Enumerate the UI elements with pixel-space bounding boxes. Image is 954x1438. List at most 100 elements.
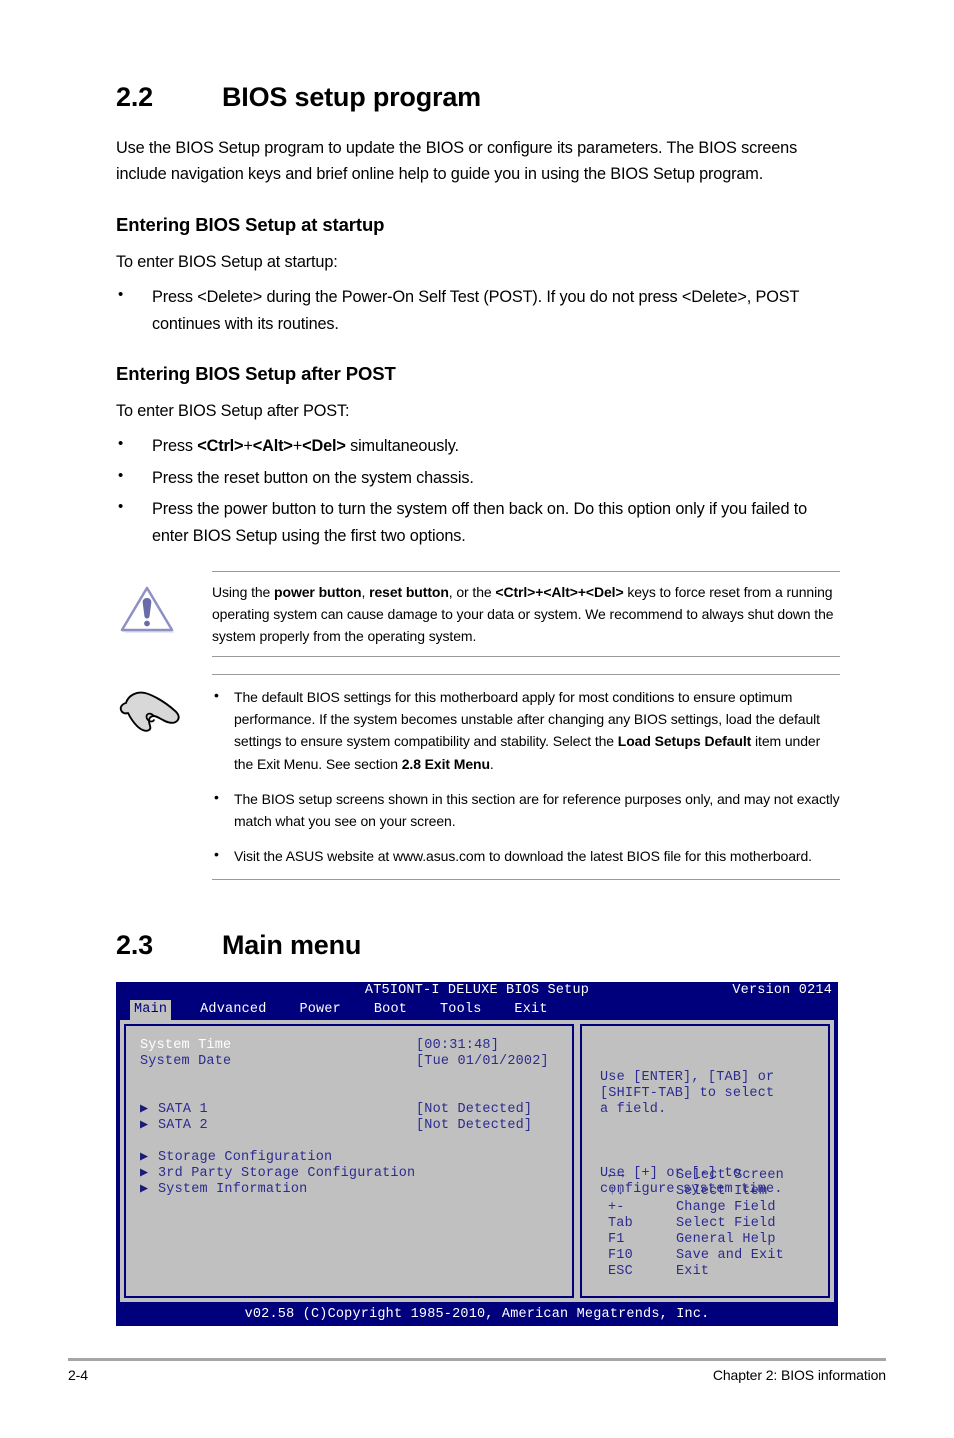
- bios-value-sata2: [Not Detected]: [416, 1118, 533, 1133]
- bios-tab-advanced[interactable]: Advanced: [196, 1000, 270, 1020]
- key-desc: Select Item: [676, 1184, 768, 1199]
- list-item: The BIOS setup screens shown in this sec…: [212, 786, 840, 832]
- bios-value-sata1: [Not Detected]: [416, 1102, 533, 1117]
- bios-help-pane: Use [ENTER], [TAB] or [SHIFT-TAB] to sel…: [580, 1024, 830, 1298]
- key-desc: Exit: [676, 1264, 710, 1279]
- bios-label-sata1: SATA 1: [158, 1102, 208, 1117]
- bios-row-sata2[interactable]: ▶ SATA 2 [Not Detected]: [140, 1118, 558, 1134]
- footer-chapter-label: Chapter 2: BIOS information: [712, 1367, 886, 1383]
- bios-tab-main[interactable]: Main: [130, 1000, 172, 1020]
- key-legend-row: Tab Select Field: [608, 1216, 784, 1232]
- key-desc: Select Screen: [676, 1168, 784, 1183]
- document-page: 2.2 BIOS setup program Use the BIOS Setu…: [0, 0, 954, 1438]
- pointing-hand-icon: [119, 691, 180, 732]
- warning-triangle-icon: [120, 586, 175, 633]
- warning-callout: Using the power button, reset button, or…: [116, 570, 840, 658]
- bios-row-sata1[interactable]: ▶ SATA 1 [Not Detected]: [140, 1102, 558, 1118]
- list-item: The default BIOS settings for this mothe…: [212, 684, 840, 774]
- section-heading-23: 2.3 Main menu: [116, 930, 840, 961]
- bios-value-system-time[interactable]: [00:31:48]: [416, 1038, 499, 1054]
- sub1-lead: To enter BIOS Setup at startup:: [116, 252, 338, 271]
- bios-tab-exit[interactable]: Exit: [510, 1000, 551, 1020]
- bios-value-system-date[interactable]: [Tue 01/01/2002]: [416, 1054, 549, 1070]
- key-arrows-ud-icon: ↑↓: [608, 1184, 625, 1199]
- submenu-arrow-icon: ▶: [140, 1150, 149, 1165]
- note-bullet-list: The default BIOS settings for this mothe…: [212, 684, 840, 867]
- footer-divider: [68, 1358, 886, 1361]
- bios-row-storage-configuration[interactable]: ▶ Storage Configuration: [140, 1150, 558, 1166]
- submenu-arrow-icon: ▶: [140, 1102, 149, 1117]
- bios-tab-boot[interactable]: Boot: [370, 1000, 411, 1020]
- section-title-22: BIOS setup program: [222, 82, 481, 112]
- bios-label-system-date: System Date: [140, 1054, 232, 1069]
- list-item: Press the power button to turn the syste…: [116, 495, 840, 549]
- bios-row-system-date[interactable]: System Date [Tue 01/01/2002]: [140, 1054, 558, 1070]
- note-callout: The default BIOS settings for this mothe…: [116, 674, 840, 880]
- key-desc: Save and Exit: [676, 1248, 784, 1263]
- section-number-23: 2.3: [116, 930, 153, 960]
- submenu-arrow-icon: ▶: [140, 1166, 149, 1181]
- bios-label-system-time: System Time: [140, 1038, 232, 1053]
- sub2-bullet-list: Press <Ctrl>+<Alt>+<Del> simultaneously.…: [116, 432, 840, 549]
- bios-settings-pane: System Time [00:31:48] System Date [Tue …: [124, 1024, 574, 1298]
- divider: [212, 879, 840, 880]
- page-content: 2.2 BIOS setup program Use the BIOS Setu…: [116, 82, 840, 1047]
- subheading-entering-at-startup: Entering BIOS Setup at startup: [116, 213, 385, 235]
- page-footer: 2-4 Chapter 2: BIOS information: [68, 1367, 886, 1383]
- footer-page-number: 2-4: [68, 1367, 88, 1383]
- key-f10: F10: [608, 1248, 633, 1263]
- bios-settings-list: System Time [00:31:48] System Date [Tue …: [126, 1026, 572, 1198]
- key-plus-minus: +-: [608, 1200, 625, 1215]
- key-desc: General Help: [676, 1232, 776, 1247]
- submenu-arrow-icon: ▶: [140, 1182, 149, 1197]
- bios-setup-screenshot: AT5IONT-I DELUXE BIOS Setup Version 0214…: [116, 982, 838, 1326]
- list-item: Press <Delete> during the Power-On Self …: [116, 283, 840, 337]
- key-tab: Tab: [608, 1216, 633, 1231]
- bios-row-3rd-party-storage-configuration[interactable]: ▶ 3rd Party Storage Configuration: [140, 1166, 558, 1182]
- bios-row-system-information[interactable]: ▶ System Information: [140, 1182, 558, 1198]
- key-desc: Change Field: [676, 1200, 776, 1215]
- bios-row-system-time[interactable]: System Time [00:31:48]: [140, 1038, 558, 1054]
- bios-label-system-information: System Information: [158, 1182, 308, 1197]
- submenu-arrow-icon: ▶: [140, 1118, 149, 1133]
- sub2-lead: To enter BIOS Setup after POST:: [116, 401, 350, 420]
- note-icon-container: [116, 686, 212, 867]
- bios-body: System Time [00:31:48] System Date [Tue …: [120, 1020, 834, 1302]
- key-legend-row: F1 General Help: [608, 1232, 784, 1248]
- warning-text-container: Using the power button, reset button, or…: [212, 581, 840, 647]
- section-heading-22: 2.2 BIOS setup program: [116, 82, 840, 113]
- bios-label-storage-configuration: Storage Configuration: [158, 1150, 333, 1165]
- list-item: Press the reset button on the system cha…: [116, 464, 840, 491]
- sub1-bullet-list: Press <Delete> during the Power-On Self …: [116, 283, 840, 337]
- key-desc: Select Field: [676, 1216, 776, 1231]
- subheading-entering-after-post: Entering BIOS Setup after POST: [116, 362, 396, 384]
- bios-label-sata2: SATA 2: [158, 1118, 208, 1133]
- bios-help-text-1: Use [ENTER], [TAB] or [SHIFT-TAB] to sel…: [600, 1070, 775, 1117]
- key-legend-row: ESC Exit: [608, 1264, 784, 1280]
- key-legend-row: F10 Save and Exit: [608, 1248, 784, 1264]
- section-number-22: 2.2: [116, 82, 153, 112]
- divider: [212, 656, 840, 658]
- section-22-intro: Use the BIOS Setup program to update the…: [116, 139, 798, 184]
- key-f1: F1: [608, 1232, 625, 1247]
- bios-title-bar: AT5IONT-I DELUXE BIOS Setup Version 0214: [116, 982, 838, 1000]
- note-text-container: The default BIOS settings for this mothe…: [212, 684, 840, 867]
- bios-version: Version 0214: [732, 983, 832, 998]
- bios-tab-power[interactable]: Power: [295, 1000, 345, 1020]
- key-legend-row: ←→ Select Screen: [608, 1168, 784, 1184]
- warning-icon-container: [116, 581, 212, 647]
- bios-tab-tools[interactable]: Tools: [436, 1000, 486, 1020]
- key-esc: ESC: [608, 1264, 633, 1279]
- key-legend-row: ↑↓ Select Item: [608, 1184, 784, 1200]
- bios-copyright-bar: v02.58 (C)Copyright 1985-2010, American …: [116, 1304, 838, 1326]
- bios-menu-bar: Main Advanced Power Boot Tools Exit: [116, 1000, 838, 1020]
- bios-key-legend: ←→ Select Screen ↑↓ Select Item +- Chang…: [608, 1168, 784, 1280]
- section-title-23: Main menu: [222, 930, 362, 960]
- bios-title-text: AT5IONT-I DELUXE BIOS Setup: [364, 983, 590, 998]
- list-item: Visit the ASUS website at www.asus.com t…: [212, 843, 840, 867]
- warning-text: Using the power button, reset button, or…: [212, 583, 834, 645]
- key-arrows-lr-icon: ←→: [608, 1168, 625, 1183]
